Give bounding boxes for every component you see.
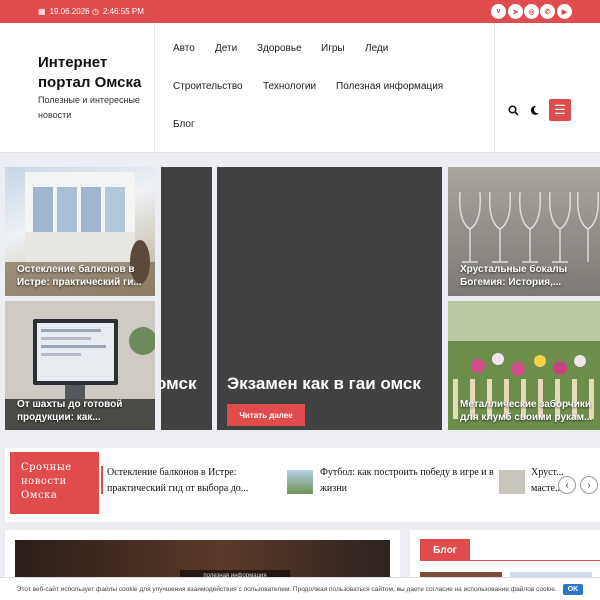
hamburger-icon: ☰ xyxy=(554,102,566,117)
chevron-left-icon: ‹ xyxy=(565,479,569,491)
widget-title-blog: Блог xyxy=(420,539,470,561)
nav-item-ledi[interactable]: Леди xyxy=(365,43,388,54)
calendar-icon: ▦ xyxy=(38,7,46,16)
tile-caption[interactable]: Хрустальные бокалы Богемия: История,... xyxy=(460,263,595,289)
site-description: Полезные и интересные новости xyxy=(38,95,140,120)
slide-title-partial: омск xyxy=(161,374,197,393)
vk-icon[interactable]: v xyxy=(491,4,506,19)
telegram-icon[interactable]: ➤ xyxy=(508,4,523,19)
time-text: 2:46:55 PM xyxy=(102,7,144,16)
chevron-right-icon: › xyxy=(587,479,591,491)
featured-tile-glasses[interactable]: Хрустальные бокалы Богемия: История,... xyxy=(448,167,600,296)
ticker-next-button[interactable]: › xyxy=(580,476,598,494)
cookie-ok-button[interactable]: OK xyxy=(562,583,584,595)
tile-caption[interactable]: Остекление балконов в Истре: практически… xyxy=(17,263,149,289)
date-display: ▦ 19.06.2026 xyxy=(38,7,90,16)
featured-tile-balcony[interactable]: Остекление балконов в Истре: практически… xyxy=(5,167,155,296)
featured-tile-mine[interactable]: От шахты до готовой продукции: как... xyxy=(5,301,155,430)
nav-item-deti[interactable]: Дети xyxy=(215,43,237,54)
cookie-text: Этот веб-сайт использует файлы cookie дл… xyxy=(16,585,557,593)
date-text: 19.06.2026 xyxy=(49,7,90,16)
nav-item-blog[interactable]: Блог xyxy=(173,119,195,130)
slide-prev-partial[interactable]: омск xyxy=(161,167,212,430)
nav-item-avto[interactable]: Авто xyxy=(173,43,195,54)
cookie-banner: Этот веб-сайт использует файлы cookie дл… xyxy=(0,577,600,600)
ticker-thumbnail[interactable] xyxy=(499,470,525,494)
nav-item-zdorovie[interactable]: Здоровье xyxy=(257,43,302,54)
nav-item-poleznaya[interactable]: Полезная информация xyxy=(336,81,443,92)
odnoklassniki-icon[interactable]: ◎ xyxy=(524,4,539,19)
breaking-news-ticker: Срочные новости Омска Остекление балконо… xyxy=(5,448,600,522)
main-slide-title[interactable]: Экзамен как в гаи омск xyxy=(227,374,421,394)
header-actions xyxy=(494,23,600,153)
featured-tile-fence[interactable]: Металлические заборчики для клумб своими… xyxy=(448,301,600,430)
ticker-thumbnail[interactable] xyxy=(287,470,313,494)
clock-icon: ◷ xyxy=(92,7,99,16)
ticker-item[interactable]: Футбол: как построить победу в игре и в … xyxy=(320,465,495,497)
nav-item-tehnologii[interactable]: Технологии xyxy=(263,81,316,92)
dark-mode-moon-icon[interactable] xyxy=(529,105,540,116)
youtube-icon[interactable]: ▶ xyxy=(557,4,572,19)
tile-caption[interactable]: От шахты до готовой продукции: как... xyxy=(17,398,149,424)
nav-item-stroitelstvo[interactable]: Строительство xyxy=(173,81,243,92)
branding: Интернет портал Омска Полезные и интерес… xyxy=(0,23,155,153)
search-icon[interactable] xyxy=(508,105,519,116)
main-slide[interactable]: Экзамен как в гаи омск Читать далее xyxy=(217,167,442,430)
menu-button[interactable]: ☰ xyxy=(549,99,571,121)
site-title[interactable]: Интернет портал Омска xyxy=(38,53,153,93)
top-bar: ▦ 19.06.2026 ◷ 2:46:55 PM v ➤ ◎ ✆ ▶ xyxy=(0,0,600,23)
site-header: Интернет портал Омска Полезные и интерес… xyxy=(0,23,600,153)
widget-title-line xyxy=(470,560,600,561)
read-more-button[interactable]: Читать далее xyxy=(227,404,305,426)
ticker-divider xyxy=(101,466,103,494)
tile-caption[interactable]: Металлические заборчики для клумб своими… xyxy=(460,398,595,424)
whatsapp-icon[interactable]: ✆ xyxy=(540,4,555,19)
ticker-item[interactable]: Остекление балконов в Истре: практически… xyxy=(107,465,255,497)
nav-item-igry[interactable]: Игры xyxy=(321,43,345,54)
ticker-prev-button[interactable]: ‹ xyxy=(558,476,576,494)
time-display: ◷ 2:46:55 PM xyxy=(92,7,144,16)
ticker-label: Срочные новости Омска xyxy=(10,452,99,514)
